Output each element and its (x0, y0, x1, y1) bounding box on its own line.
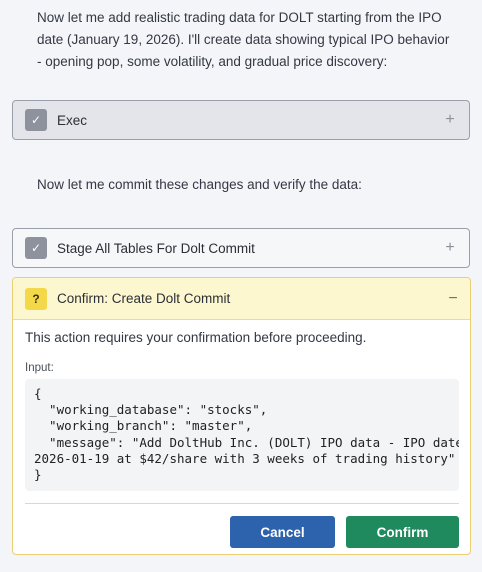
confirm-button[interactable]: Confirm (346, 516, 459, 548)
assistant-message-intro: Now let me add realistic trading data fo… (37, 10, 450, 69)
expand-icon[interactable]: + (443, 111, 457, 129)
check-icon: ✓ (25, 109, 47, 131)
confirmation-panel: ? Confirm: Create Dolt Commit − This act… (12, 277, 471, 555)
collapse-icon[interactable]: − (446, 290, 460, 308)
divider (25, 503, 459, 504)
expand-icon[interactable]: + (443, 239, 457, 257)
check-icon: ✓ (25, 237, 47, 259)
input-code-block: { "working_database": "stocks", "working… (25, 379, 459, 491)
tool-call-label: Stage All Tables For Dolt Commit (57, 240, 255, 256)
confirmation-title: Confirm: Create Dolt Commit (57, 291, 231, 306)
tool-call-stage-tables[interactable]: ✓ Stage All Tables For Dolt Commit + (12, 228, 470, 268)
confirmation-message: This action requires your confirmation b… (25, 330, 367, 345)
input-label: Input: (25, 362, 54, 374)
assistant-message-commit: Now let me commit these changes and veri… (37, 177, 362, 192)
question-icon: ? (25, 287, 47, 310)
cancel-button[interactable]: Cancel (230, 516, 335, 548)
confirmation-header[interactable]: ? Confirm: Create Dolt Commit − (13, 278, 470, 320)
tool-call-label: Exec (57, 112, 88, 128)
tool-call-exec[interactable]: ✓ Exec + (12, 100, 470, 140)
